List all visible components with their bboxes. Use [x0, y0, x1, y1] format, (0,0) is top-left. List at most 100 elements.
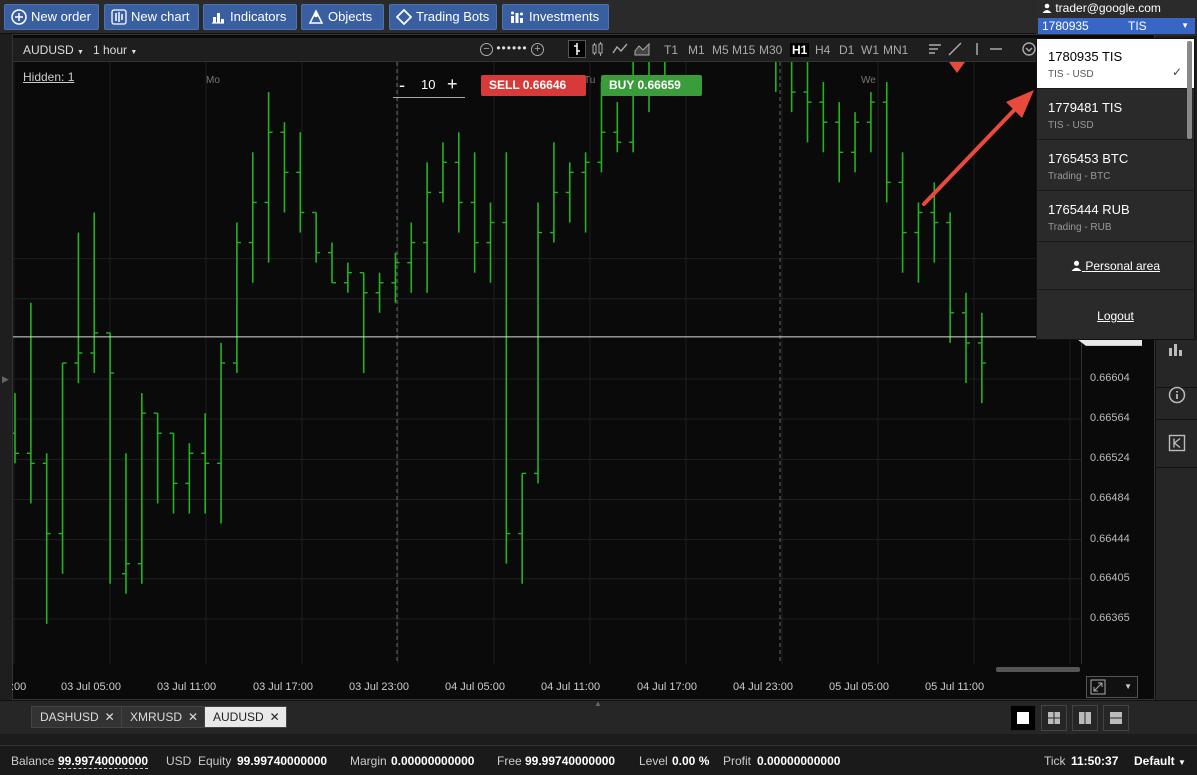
ohlc-bar [153, 412, 162, 504]
layout-single-button[interactable] [1010, 705, 1036, 731]
menu-divider [1037, 289, 1194, 290]
ohlc-bar [280, 122, 289, 213]
fit-chart-button[interactable]: ▼ [1086, 676, 1138, 698]
trading-bots-button[interactable]: Trading Bots [389, 4, 497, 30]
layout-vertical-button[interactable] [1072, 705, 1098, 731]
sell-button[interactable]: SELL 0.66646 [481, 75, 586, 96]
close-icon[interactable]: ✕ [105, 707, 115, 727]
sidebar-k-button[interactable] [1156, 420, 1197, 468]
tab-audusd[interactable]: AUDUSD ✕ [204, 706, 287, 728]
vertical-line-icon[interactable] [970, 42, 984, 59]
tab-dashusd[interactable]: DASHUSD ✕ [31, 706, 122, 728]
account-item[interactable]: 1780935 TIS TIS - USD ✓ [1037, 39, 1194, 89]
zoom-control[interactable]: − •••••• + [480, 41, 544, 56]
profile-select[interactable]: Default ▼ [1134, 754, 1186, 768]
new-order-button[interactable]: New order [4, 4, 99, 30]
timeframe-m30[interactable]: M30 [759, 43, 782, 57]
ohlc-bar [819, 82, 828, 153]
account-item-name: 1765453 BTC [1048, 151, 1129, 166]
price-tick-label: 0.66564 [1090, 412, 1130, 425]
account-item[interactable]: 1765444 RUB Trading - RUB [1037, 192, 1194, 242]
ohlc-bar [581, 152, 590, 233]
new-chart-button[interactable]: New chart [104, 4, 199, 30]
trend-line-icon[interactable] [948, 42, 962, 59]
chart-type-bar-icon[interactable] [568, 40, 586, 58]
left-collapse-strip[interactable]: ▶ [0, 34, 13, 700]
layout-horizontal-icon [1110, 712, 1122, 724]
ohlc-bar [866, 92, 875, 153]
price-tick-label: 0.66604 [1090, 372, 1130, 385]
close-icon[interactable]: ✕ [188, 707, 198, 727]
price-plot[interactable]: Hidden: 1 Mo Tu We - 10 + [13, 62, 1081, 664]
objects-button[interactable]: Objects [301, 4, 384, 30]
account-item-sub: TIS - USD [1048, 120, 1094, 131]
timeframe-mn1[interactable]: MN1 [883, 43, 908, 57]
collapse-panel-icon[interactable]: ▲ [594, 699, 602, 708]
layout-grid-icon [1048, 712, 1060, 724]
personal-area-link[interactable]: Personal area [1037, 259, 1194, 273]
account-item-sub: Trading - BTC [1048, 171, 1111, 182]
indicators-label: Indicators [230, 9, 287, 24]
ohlc-bar [803, 62, 812, 143]
period-caret-icon: ▼ [130, 49, 138, 56]
zoom-in-icon[interactable]: + [530, 43, 544, 56]
tab-xmrusd[interactable]: XMRUSD ✕ [121, 706, 206, 728]
timeframe-m1[interactable]: M1 [688, 43, 705, 57]
account-code: TIS [1128, 19, 1147, 33]
horizontal-scrollbar[interactable] [996, 667, 1080, 672]
logout-link[interactable]: Logout [1037, 309, 1194, 323]
timeframe-w1[interactable]: W1 [861, 43, 879, 57]
qty-value[interactable]: 10 [421, 77, 435, 92]
ohlc-bar [121, 453, 130, 594]
hidden-objects-link[interactable]: Hidden: 1 [23, 70, 74, 84]
ohlc-bar [851, 112, 860, 173]
ohlc-bar [549, 142, 558, 243]
investments-button[interactable]: Investments [502, 4, 609, 30]
layout-horizontal-button[interactable] [1103, 705, 1129, 731]
chart-type-candle-icon[interactable] [591, 41, 605, 60]
expand-left-icon: ▶ [2, 374, 9, 384]
account-item[interactable]: 1765453 BTC Trading - BTC [1037, 141, 1194, 191]
indicators-list-icon[interactable] [928, 42, 942, 59]
timeframe-m5[interactable]: M5 [712, 43, 729, 57]
account-item-sub: Trading - RUB [1048, 222, 1112, 233]
horizontal-line-icon[interactable] [989, 42, 1003, 59]
symbol-select[interactable]: AUDUSD ▼ [23, 43, 84, 57]
equity-label: Equity [198, 754, 232, 768]
profile-caret-icon: ▼ [1178, 758, 1186, 767]
buy-label: BUY [609, 78, 635, 92]
period-text: 1 hour [93, 43, 128, 57]
ohlc-bar [296, 132, 305, 233]
buy-button[interactable]: BUY 0.66659 [601, 75, 702, 96]
timeframe-h1[interactable]: H1 [790, 43, 810, 57]
balance-value[interactable]: 99.99740000000 [58, 754, 149, 769]
account-item[interactable]: 1779481 TIS TIS - USD [1037, 90, 1194, 140]
account-selector[interactable]: 1780935 TIS ▼ [1038, 18, 1195, 34]
time-axis[interactable]: :00 03 Jul 05:00 03 Jul 11:00 03 Jul 17:00 0… [11, 674, 1081, 698]
layout-grid-button[interactable] [1041, 705, 1067, 731]
menu-scrollbar[interactable] [1187, 41, 1192, 139]
settings-circle-icon[interactable] [1021, 41, 1037, 60]
zoom-dots-icon: •••••• [496, 41, 528, 55]
qty-minus-button[interactable]: - [399, 75, 405, 96]
timeframe-m15[interactable]: M15 [732, 43, 755, 57]
timeframe-t1[interactable]: T1 [664, 43, 678, 57]
ohlc-bar [835, 102, 844, 183]
layout-single-icon [1017, 712, 1029, 724]
chart-type-area-icon[interactable] [634, 41, 650, 60]
zoom-out-icon[interactable]: − [480, 43, 493, 56]
quantity-stepper[interactable]: - 10 + [393, 74, 465, 98]
ohlc-bar [264, 92, 273, 263]
qty-plus-button[interactable]: + [447, 74, 458, 95]
indicators-button[interactable]: Indicators [203, 4, 297, 30]
timeframe-h4[interactable]: H4 [815, 43, 830, 57]
price-tick-label: 0.66365 [1090, 611, 1130, 624]
chart-type-line-icon[interactable] [612, 41, 628, 60]
sidebar-info-button[interactable] [1156, 372, 1197, 420]
period-select[interactable]: 1 hour ▼ [93, 43, 137, 57]
ohlc-bar [232, 222, 241, 374]
ohlc-bar [74, 232, 83, 384]
timeframe-d1[interactable]: D1 [839, 43, 854, 57]
close-icon[interactable]: ✕ [270, 707, 280, 727]
sell-label: SELL [489, 78, 520, 92]
